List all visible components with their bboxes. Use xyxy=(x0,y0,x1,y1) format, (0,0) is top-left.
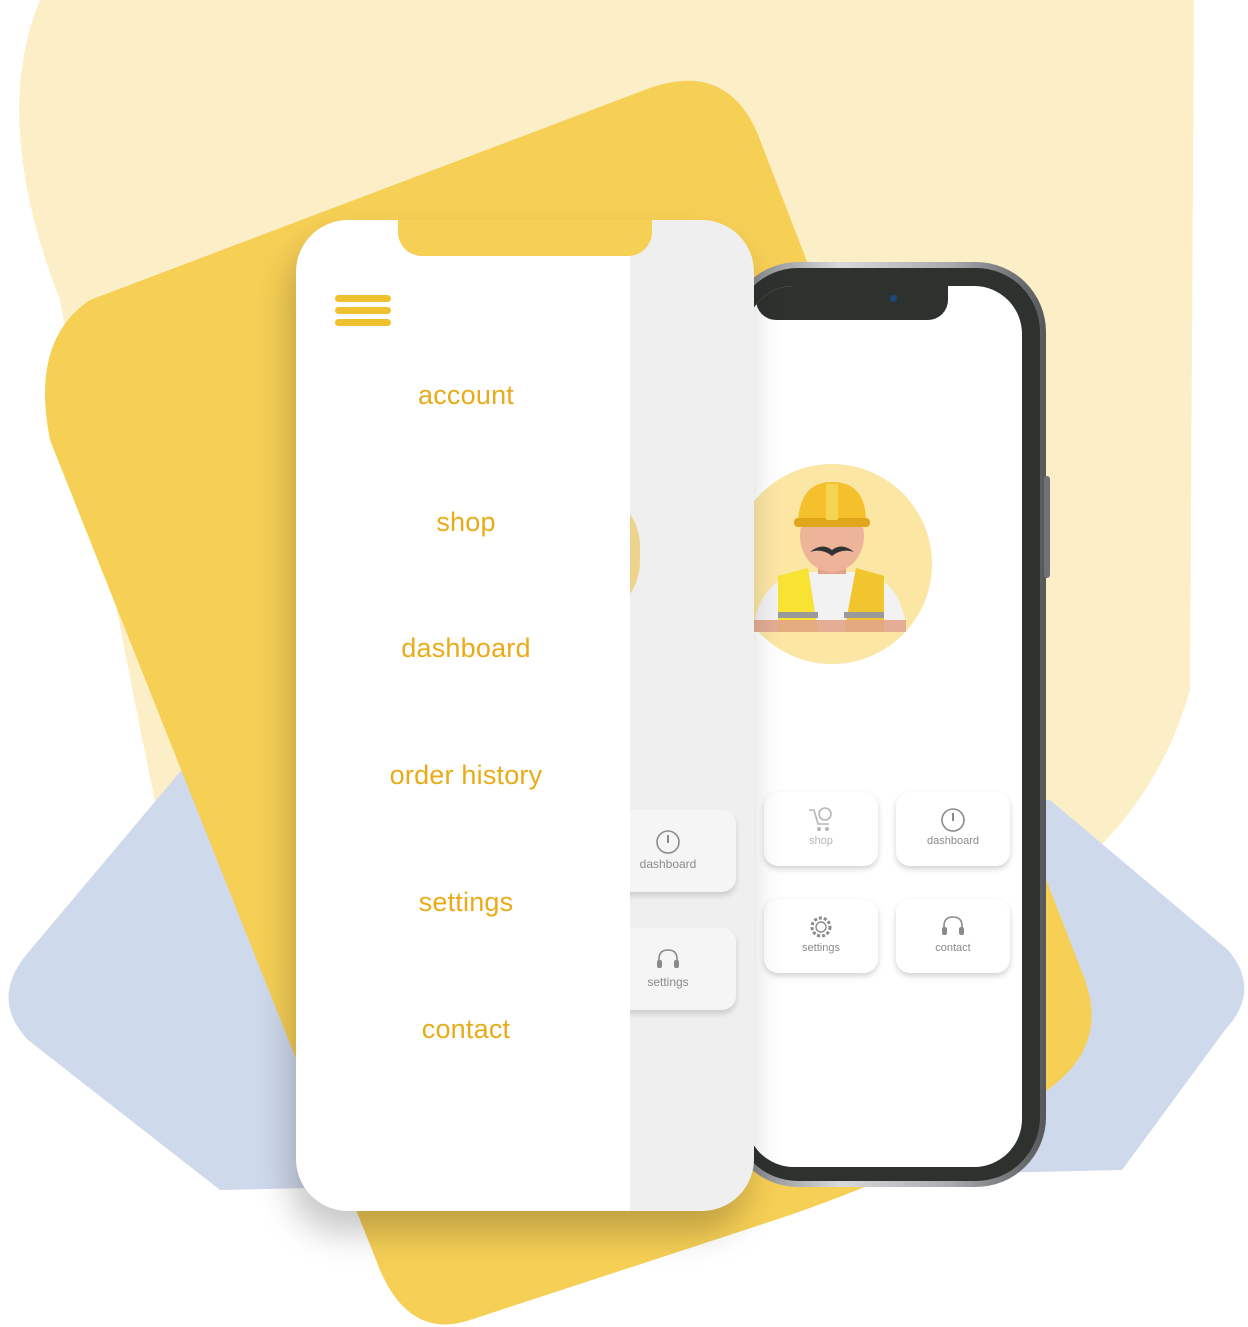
home-tile-dashboard[interactable]: dashboard xyxy=(896,792,1010,866)
menu-item-account[interactable]: account xyxy=(296,380,636,411)
camera-icon xyxy=(890,295,897,302)
menu-item-order-history[interactable]: order history xyxy=(296,760,636,791)
headset-icon xyxy=(657,949,679,968)
menu-item-dashboard[interactable]: dashboard xyxy=(296,633,636,664)
tile-label: settings xyxy=(802,942,840,954)
tile-label: contact xyxy=(935,942,971,954)
tile-label: shop xyxy=(809,835,833,847)
gear-icon xyxy=(810,916,832,938)
phone-notch xyxy=(398,220,630,256)
home-tile-settings[interactable]: settings xyxy=(764,899,878,973)
menu-item-contact[interactable]: contact xyxy=(296,1014,636,1045)
cart-icon xyxy=(809,807,832,831)
tile-label: dashboard xyxy=(927,835,979,847)
navigation-drawer: account shop dashboard order history set… xyxy=(296,220,630,1211)
front-phone: dashboard settings account shop dashboar… xyxy=(296,220,754,1211)
home-tile-contact[interactable]: contact xyxy=(896,899,1010,973)
gauge-icon xyxy=(656,830,680,854)
menu-item-shop[interactable]: shop xyxy=(296,507,636,538)
illustration-stage: shop dashboard settings contact dashboar… xyxy=(0,0,1248,1327)
phone-notch xyxy=(756,286,948,320)
avatar xyxy=(746,464,942,664)
back-phone: shop dashboard settings contact xyxy=(728,262,1050,1187)
hamburger-menu-icon[interactable] xyxy=(335,295,391,329)
home-screen: shop dashboard settings contact xyxy=(746,286,1022,1167)
home-tile-shop[interactable]: shop xyxy=(764,792,878,866)
side-button xyxy=(1044,476,1050,578)
headset-icon xyxy=(942,916,964,935)
gauge-icon xyxy=(941,808,965,832)
menu-item-settings[interactable]: settings xyxy=(296,887,636,918)
